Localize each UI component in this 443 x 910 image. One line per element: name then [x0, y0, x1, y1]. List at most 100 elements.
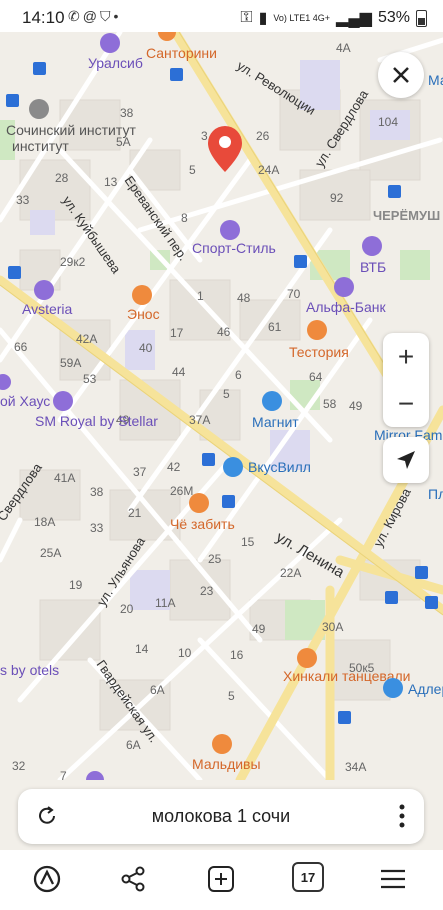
share-button[interactable]	[116, 862, 150, 896]
house-number: 58	[323, 397, 337, 411]
poi-label: Чё забить	[170, 516, 235, 532]
house-number: 20	[120, 602, 134, 616]
poi-label: ВкусВилл	[248, 459, 311, 475]
notification-icons: ✆@⛉•	[68, 8, 121, 25]
hamburger-menu-icon	[381, 869, 405, 889]
poi-label: SM Royal by Stellar	[35, 413, 158, 429]
house-number: 14	[135, 642, 149, 656]
poi-label: Пла	[428, 486, 443, 502]
status-bar: 14:10 ✆@⛉• ⚿ ▮ Vo) LTE1 4G+ ▂▄▆ 53%	[0, 0, 443, 32]
poi-label: Альфа-Банк	[306, 299, 386, 315]
share-icon	[121, 866, 145, 892]
house-number: 64	[309, 370, 323, 384]
house-number: 53	[83, 372, 97, 386]
house-number: 26М	[170, 484, 193, 498]
house-number: 48	[237, 291, 251, 305]
map-svg[interactable]: 4А 38 5А 26 3 5 24А 104 92 28 13 8 33 29…	[0, 32, 443, 780]
house-number: 42А	[76, 332, 97, 346]
house-number: 1	[197, 289, 204, 303]
menu-button[interactable]	[376, 862, 410, 896]
house-number: 37А	[189, 413, 210, 427]
plus-square-icon	[208, 866, 234, 892]
house-number: 5	[228, 689, 235, 703]
restaurant-icon	[132, 285, 152, 305]
house-number: 3	[201, 129, 208, 143]
house-number: 41А	[54, 471, 75, 485]
house-number: 13	[104, 175, 118, 189]
house-number: 33	[16, 193, 30, 207]
house-number: 28	[55, 171, 69, 185]
house-number: 30А	[322, 620, 343, 634]
poi-label: Ма	[428, 72, 443, 88]
house-number: 6	[235, 368, 242, 382]
zoom-controls: + −	[383, 333, 429, 427]
bank-icon	[100, 33, 120, 53]
alice-button[interactable]	[30, 862, 64, 896]
house-number: 46	[217, 325, 231, 339]
poi-label: ВТБ	[360, 259, 386, 275]
house-number: 61	[268, 320, 282, 334]
house-number: 23	[200, 584, 214, 598]
poi-label: Спорт-Стиль	[192, 240, 276, 256]
battery-percent: 53%	[377, 9, 410, 26]
house-number: 34А	[345, 760, 366, 774]
house-number: 25	[208, 552, 222, 566]
more-options-icon[interactable]	[398, 803, 406, 829]
house-number: 7	[60, 769, 67, 780]
close-icon	[393, 67, 409, 83]
house-number: 6А	[150, 683, 165, 697]
network-label: Vo) LTE1 4G+	[273, 12, 331, 23]
house-number: 15	[241, 535, 255, 549]
at-icon: @	[82, 8, 100, 24]
poi-label: Магнит	[252, 414, 299, 430]
battery-saver-icon: ▮	[258, 10, 268, 27]
close-button[interactable]	[378, 52, 424, 98]
house-number: 22А	[280, 566, 301, 580]
my-location-button[interactable]	[383, 437, 429, 483]
house-number: 19	[69, 578, 83, 592]
district-label: ЧЕРЁМУШ	[373, 208, 440, 223]
house-number: 17	[170, 326, 184, 340]
house-number: 32	[12, 759, 26, 773]
bank-icon	[334, 277, 354, 297]
house-number: 59А	[60, 356, 81, 370]
restaurant-icon	[297, 648, 317, 668]
zoom-out-button[interactable]: −	[383, 380, 429, 427]
poi-label: ой Хаус	[0, 393, 50, 409]
house-number: 6А	[126, 738, 141, 752]
university-icon	[29, 99, 49, 119]
house-number: 38	[90, 485, 104, 499]
key-icon: ⚿	[240, 9, 253, 26]
poi-label: Тестория	[289, 344, 349, 360]
house-number: 33	[90, 521, 104, 535]
poi-label: институт	[12, 138, 69, 154]
house-number: 10	[178, 646, 192, 660]
house-number: 8	[181, 211, 188, 225]
house-number: 25А	[40, 546, 61, 560]
zoom-in-button[interactable]: +	[383, 333, 429, 380]
hotel-icon	[53, 391, 73, 411]
search-query[interactable]: молокова 1 сочи	[18, 806, 424, 827]
poi-label: Санторини	[146, 45, 217, 61]
poi-label: Avsteria	[22, 301, 73, 317]
tabs-counter-button[interactable]: 17	[292, 862, 324, 892]
poi-label: Сочинский институт	[6, 122, 136, 138]
house-number: 104	[378, 115, 398, 129]
map-canvas[interactable]: 4А 38 5А 26 3 5 24А 104 92 28 13 8 33 29…	[0, 32, 443, 780]
house-number: 26	[256, 129, 270, 143]
house-number: 18А	[34, 515, 55, 529]
shop-icon	[262, 391, 282, 411]
new-tab-button[interactable]	[204, 862, 238, 896]
house-number: 11А	[155, 596, 175, 610]
signal-icon: ▂▄▆	[336, 10, 372, 27]
house-number: 49	[252, 622, 266, 636]
house-number: 21	[128, 506, 142, 520]
shield-icon: ⛉	[99, 8, 114, 24]
house-number: 5	[223, 387, 230, 401]
whatsapp-icon: ✆	[68, 8, 83, 24]
hotel-icon	[34, 280, 54, 300]
bottom-navigation: 17	[0, 850, 443, 910]
house-number: 44	[172, 365, 186, 379]
shop-icon	[383, 678, 403, 698]
search-bar[interactable]: молокова 1 сочи	[18, 789, 424, 844]
